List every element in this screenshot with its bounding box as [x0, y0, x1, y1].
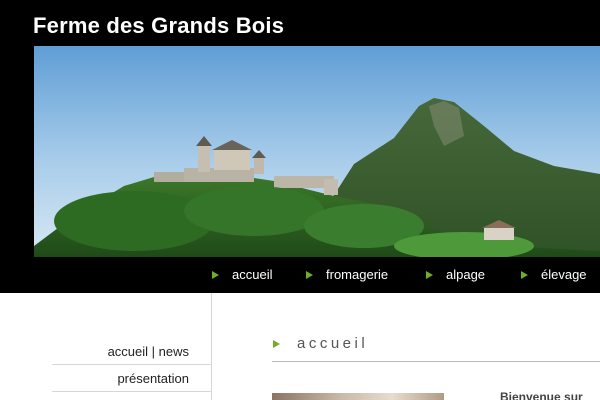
arrow-right-icon: [426, 271, 433, 279]
nav-item-elevage[interactable]: élevage: [521, 266, 587, 284]
page-title-label: accueil: [297, 335, 369, 352]
content-thumbnail-image: [272, 393, 444, 400]
arrow-right-icon: [521, 271, 528, 279]
nav-item-accueil[interactable]: accueil: [212, 266, 272, 284]
site-header: Ferme des Grands Bois accueil fromagerie…: [0, 0, 600, 293]
arrow-right-icon: [212, 271, 219, 279]
sidebar-item-accueil-news[interactable]: accueil | news: [52, 338, 212, 365]
nav-item-label: fromagerie: [326, 267, 389, 282]
arrow-right-icon: [306, 271, 313, 279]
nav-item-label: élevage: [541, 267, 587, 282]
main-nav: accueil fromagerie alpage élevage: [0, 257, 600, 293]
sidebar: accueil | news présentation: [0, 293, 212, 400]
sidebar-item-presentation[interactable]: présentation: [52, 365, 212, 392]
arrow-right-icon: [273, 340, 280, 348]
page-title: accueil: [272, 334, 600, 362]
intro-text: Bienvenue sur: [500, 390, 583, 400]
site-title[interactable]: Ferme des Grands Bois: [33, 13, 284, 39]
nav-item-fromagerie[interactable]: fromagerie: [306, 266, 388, 284]
nav-item-label: accueil: [232, 267, 273, 282]
banner-landscape: [34, 46, 600, 257]
nav-item-label: alpage: [446, 267, 486, 282]
banner-image: [34, 46, 600, 257]
nav-item-alpage[interactable]: alpage: [426, 266, 485, 284]
